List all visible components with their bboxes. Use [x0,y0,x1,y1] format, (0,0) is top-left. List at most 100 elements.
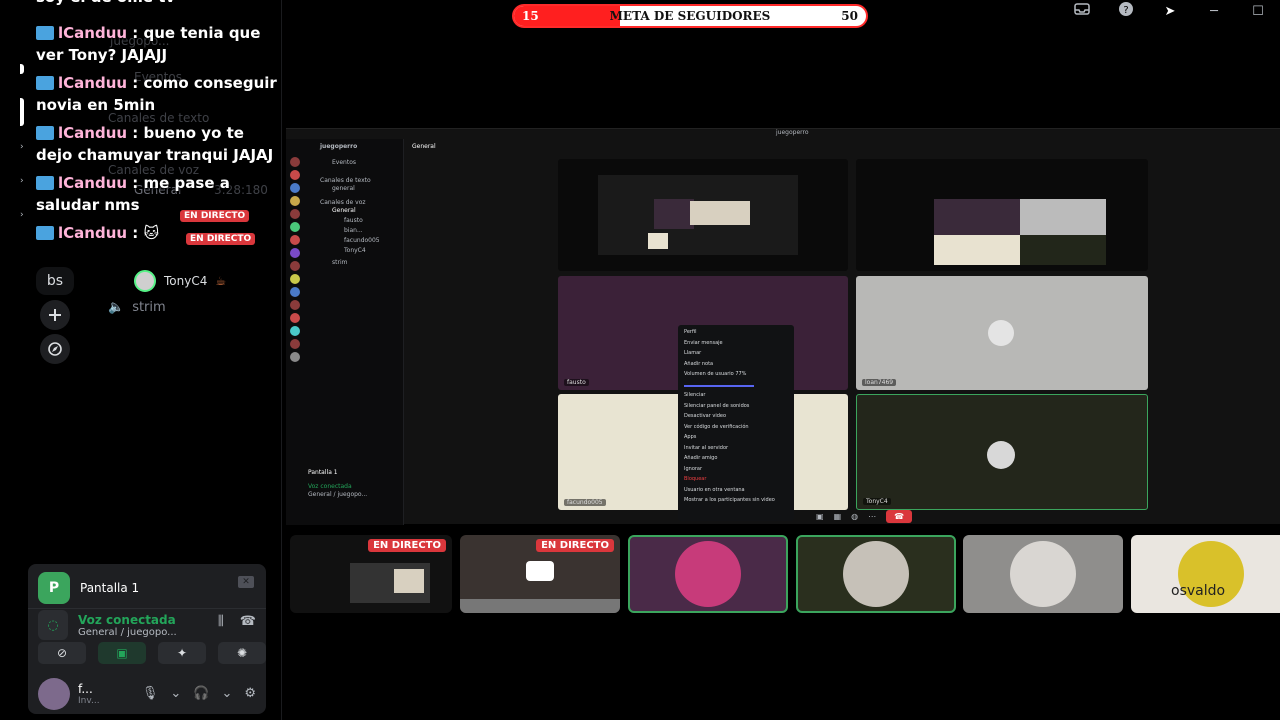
mini-user: facundo005 [344,237,380,244]
chevron-down-icon[interactable]: ⌄ [170,686,181,701]
menu-item[interactable]: Llamar [684,350,788,361]
goal-target: 50 [841,9,858,23]
stream-chat-overlay: soy el de ome tv lCanduu : que tenia que… [36,0,282,250]
signal-icon: ◌ [38,610,68,640]
hangup-icon[interactable]: ☎ [886,510,913,523]
chat-message-partial: soy el de ome tv [36,0,175,8]
menu-item[interactable]: Ignorar [684,466,788,477]
chat-message: lCanduu : bueno yo te dejo chamuyar tran… [36,124,274,164]
chat-message: lCanduu : 🐱 [36,222,282,244]
participant-tile-osvaldo[interactable]: osvaldo [1131,535,1280,613]
participant-tile-loan[interactable] [963,535,1123,613]
goal-label: META DE SEGUIDORES [609,9,771,23]
nested-screen-right [856,159,1148,271]
sub-badge-icon [36,76,54,90]
screen-name: Pantalla 1 [80,581,140,595]
mini-vc-sub: General / juegopo... [308,491,368,498]
plus-icon[interactable] [40,300,70,330]
speaker-icon: 🔈 [108,300,125,315]
headphones-icon[interactable]: 🎧 [193,686,209,701]
mini-vc: Voz conectada [308,483,352,490]
help-icon[interactable]: ? [1104,1,1148,21]
mini-user: TonyC4 [344,247,366,254]
menu-item[interactable]: Silenciar panel de sonidos [684,403,788,414]
mini-server-name: juegoperro [320,143,358,150]
screen-share-icon[interactable]: ▣ [816,512,824,521]
folder-chevron-icon[interactable]: › [20,142,24,152]
mini-text-header: Canales de texto [320,177,371,184]
follower-goal-bar: 15 META DE SEGUIDORES 50 [512,4,868,28]
mini-general: general [332,185,355,192]
inbox-icon[interactable] [1060,3,1104,19]
mini-user: bian... [344,227,363,234]
menu-item-volume[interactable]: Volumen de usuario 77% [684,371,788,382]
more-icon[interactable]: ⋯ [868,512,876,521]
menu-item[interactable]: Mostrar a los participantes sin video [684,497,788,508]
avatar [675,541,741,607]
discord-window: › › › bs juegopo... Eventos Canales de t… [0,0,1280,720]
folder-chevron-icon[interactable]: › [20,176,24,186]
menu-item[interactable]: Enviar mensaje [684,340,788,351]
menu-item[interactable]: Apps [684,434,788,445]
stream-tile-screen[interactable]: EN DIRECTO [290,535,452,613]
video-tile-loan[interactable]: loan7469 [856,276,1148,390]
disconnect-icon[interactable]: ☎ [240,614,256,629]
volume-slider[interactable] [684,382,788,393]
menu-item[interactable]: Perfil [684,329,788,340]
participant-tile-tony[interactable] [796,535,956,613]
soundboard-icon[interactable]: ✺ [218,642,266,664]
gear-icon[interactable]: ⚙ [244,686,256,701]
avatar [134,270,156,292]
emote-icon: 🐱 [143,224,160,242]
menu-item-block[interactable]: Bloquear [684,476,788,487]
voice-connection[interactable]: ◌ Voz conectada General / juegopo... [38,610,177,640]
server-icon-bs[interactable]: bs [36,267,74,295]
video-tile-tony[interactable]: TonyC4 [856,394,1148,510]
activity-icon[interactable]: ◍ [851,512,858,521]
activities-icon[interactable]: ✦ [158,642,206,664]
camera-off-icon[interactable]: ⊘ [38,642,86,664]
mini-voice-header: Canales de voz [320,199,366,206]
sub-badge-icon [36,226,54,240]
noise-suppression-icon[interactable]: ⫼ [218,614,224,629]
window-controls: ? ➤ ─ ☐ [1060,0,1280,22]
nested-screen-left [558,159,848,271]
menu-item[interactable]: Silenciar [684,392,788,403]
sub-badge-icon [36,126,54,140]
folder-chevron-icon[interactable]: › [20,210,24,220]
grid-icon[interactable]: ▦ [834,512,842,521]
mini-voice-general: General [332,207,356,214]
stop-share-icon[interactable]: ✕ [238,576,254,588]
osvaldo-caption: osvaldo [1171,583,1226,599]
menu-item[interactable]: Desactivar video [684,413,788,424]
stream-tile-camera[interactable]: EN DIRECTO [460,535,620,613]
menu-item[interactable]: Ver código de verificación [684,424,788,435]
unread-pip [20,64,24,74]
avatar [1010,541,1076,607]
voice-user-tony[interactable]: TonyC4 ☕ 👾 [134,270,311,292]
divider [28,608,266,609]
menu-item[interactable]: Añadir amigo [684,455,788,466]
minimize-button[interactable]: ─ [1192,4,1236,19]
voice-user-panel: P Pantalla 1 ✕ ◌ Voz conectada General /… [28,564,266,714]
participant-tile-fausto[interactable] [628,535,788,613]
mini-user: fausto [344,217,363,224]
menu-item[interactable]: Invitar al servidor [684,445,788,456]
microphone-icon[interactable]: 🎙 [142,686,159,701]
voice-channel-strim[interactable]: 🔈 strim [108,300,166,315]
menu-item[interactable]: Usuario en otra ventana [684,487,788,498]
user-context-menu: Perfil Enviar mensaje Llamar Añadir nota… [678,325,794,521]
compass-icon[interactable] [40,334,70,364]
chevron-down-icon[interactable]: ⌄ [221,686,232,701]
current-user[interactable]: f... Inv... [38,678,100,710]
menu-item[interactable]: Añadir nota [684,361,788,372]
maximize-button[interactable]: ☐ [1236,4,1280,19]
chat-message: lCanduu : me pase a saludar nms [36,174,230,214]
mini-channel-title: General [412,143,436,150]
cursor-icon: ➤ [1164,3,1176,19]
voice-actions: ⫼ ☎ [218,614,256,629]
sub-badge-icon [36,176,54,190]
coffee-icon: ☕ [215,274,227,288]
live-badge: EN DIRECTO [536,539,614,552]
screen-share-icon[interactable]: ▣ [98,642,146,664]
